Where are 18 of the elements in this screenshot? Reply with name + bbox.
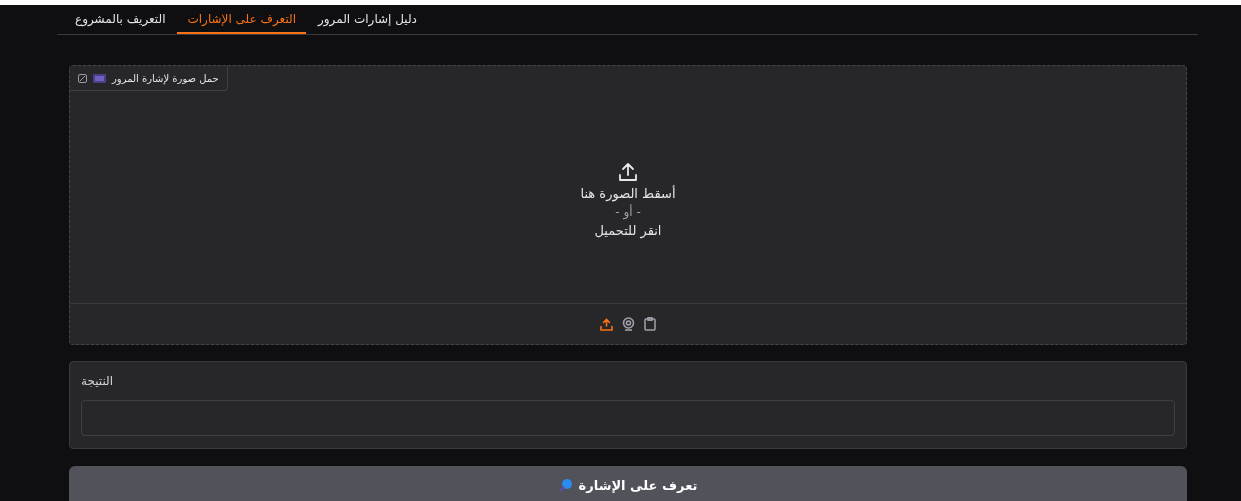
result-field[interactable] <box>81 400 1175 436</box>
click-text: انقر للتحميل <box>594 222 662 238</box>
result-label: النتيجة <box>81 374 114 388</box>
recognize-button[interactable]: تعرف على الإشارة <box>69 466 1187 501</box>
or-text: - أو - <box>615 204 641 219</box>
upload-source-icon[interactable] <box>600 317 613 331</box>
tab[interactable]: دليل إشارات المرور <box>308 5 427 34</box>
picture-frame-icon <box>93 73 106 83</box>
drop-text: أسقط الصورة هنا <box>580 185 676 201</box>
tab[interactable]: التعرف على الإشارات <box>177 5 306 34</box>
upload-icon <box>618 161 638 182</box>
webcam-icon[interactable] <box>622 317 635 331</box>
search-icon <box>558 478 573 492</box>
tab[interactable]: التعريف بالمشروع <box>65 5 176 34</box>
image-upload-area[interactable]: حمل صورة لإشارة المرور أسقط الصورة هنا - أو - انقر للتحميل <box>69 65 1187 345</box>
clipboard-icon[interactable] <box>644 317 656 331</box>
image-icon <box>78 73 87 83</box>
upload-label: حمل صورة لإشارة المرور <box>70 66 228 91</box>
